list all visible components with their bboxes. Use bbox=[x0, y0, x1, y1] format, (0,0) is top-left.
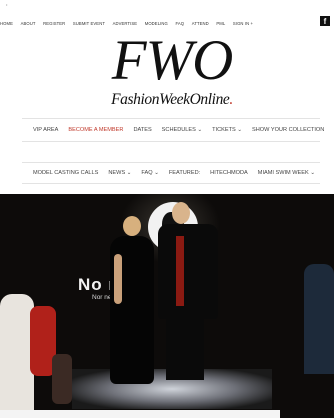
model-woman-head bbox=[123, 216, 141, 236]
top-nav-home[interactable]: HOME bbox=[0, 21, 13, 26]
menu-vip-area[interactable]: VIP AREA bbox=[33, 127, 58, 133]
logo-wordmark-text: FashionWeekOnline bbox=[111, 91, 230, 108]
model-man-jacket bbox=[158, 224, 218, 319]
top-nav-faq[interactable]: FAQ bbox=[175, 21, 184, 26]
top-nav-pml[interactable]: PML bbox=[216, 21, 225, 26]
top-nav-modeling[interactable]: MODELING bbox=[145, 21, 168, 26]
chevron-down-icon: ⌄ bbox=[310, 170, 315, 176]
top-nav-register[interactable]: REGISTER bbox=[43, 21, 65, 26]
top-nav-sign-in[interactable]: SIGN IN + bbox=[233, 21, 253, 26]
chevron-down-icon: ⌄ bbox=[154, 170, 159, 176]
facebook-icon[interactable]: f bbox=[320, 16, 330, 26]
top-nav-submit-event[interactable]: SUBMIT EVENT bbox=[73, 21, 105, 26]
logo-wordmark-dot: . bbox=[229, 91, 233, 108]
top-nav: HOME ABOUT REGISTER SUBMIT EVENT ADVERTI… bbox=[0, 18, 261, 28]
menu-news-label: NEWS bbox=[108, 170, 126, 176]
bottom-strip bbox=[0, 410, 280, 418]
model-man-scarf bbox=[176, 236, 184, 306]
menu-miami-swim-week[interactable]: MIAMI SWIM WEEK ⌄ bbox=[258, 170, 315, 176]
menu-show-your-collection[interactable]: SHOW YOUR COLLECTION bbox=[252, 127, 324, 133]
menu-become-a-member[interactable]: BECOME A MEMBER bbox=[68, 127, 123, 133]
main-menu-row-2: MODEL CASTING CALLS NEWS ⌄ FAQ ⌄ FEATURE… bbox=[22, 162, 320, 184]
menu-featured-label: FEATURED: bbox=[168, 170, 201, 176]
menu-faq-label: FAQ bbox=[141, 170, 153, 176]
main-menu-row-1: VIP AREA BECOME A MEMBER DATES SCHEDULES… bbox=[22, 118, 324, 142]
menu-tickets-label: TICKETS bbox=[212, 127, 236, 133]
menu-hitechmoda[interactable]: HITECHMODA bbox=[210, 170, 248, 176]
model-man-head bbox=[172, 202, 190, 224]
top-nav-attend[interactable]: ATTEND bbox=[192, 21, 209, 26]
audience-person-white bbox=[0, 294, 34, 418]
logo-initials: FWO bbox=[111, 29, 233, 92]
chevron-down-icon: ⌄ bbox=[197, 127, 203, 133]
menu-model-casting-calls[interactable]: MODEL CASTING CALLS bbox=[33, 170, 98, 176]
chevron-down-icon: ⌄ bbox=[126, 170, 132, 176]
menu-tickets[interactable]: TICKETS ⌄ bbox=[212, 127, 242, 133]
menu-miami-swim-week-label: MIAMI SWIM WEEK bbox=[257, 170, 309, 176]
site-logo[interactable]: FWO FashionWeekOnline. bbox=[92, 29, 252, 109]
hero-image[interactable]: No rio Nor ner bbox=[0, 194, 334, 418]
menu-faq[interactable]: FAQ ⌄ bbox=[141, 170, 158, 176]
menu-dates[interactable]: DATES bbox=[133, 127, 151, 133]
menu-news[interactable]: NEWS ⌄ bbox=[108, 170, 131, 176]
menu-schedules-label: SCHEDULES bbox=[161, 127, 196, 133]
model-woman-arm bbox=[114, 254, 122, 304]
model-man-trousers bbox=[166, 318, 204, 380]
top-nav-about[interactable]: ABOUT bbox=[21, 21, 36, 26]
audience-person-dark bbox=[52, 354, 72, 404]
menu-schedules[interactable]: SCHEDULES ⌄ bbox=[162, 127, 202, 133]
logo-wordmark: FashionWeekOnline. bbox=[92, 91, 252, 109]
top-nav-advertise[interactable]: ADVERTISE bbox=[113, 21, 138, 26]
audience-person-right bbox=[304, 264, 334, 374]
top-bar-marker: • bbox=[6, 2, 8, 7]
chevron-down-icon: ⌄ bbox=[237, 127, 242, 133]
